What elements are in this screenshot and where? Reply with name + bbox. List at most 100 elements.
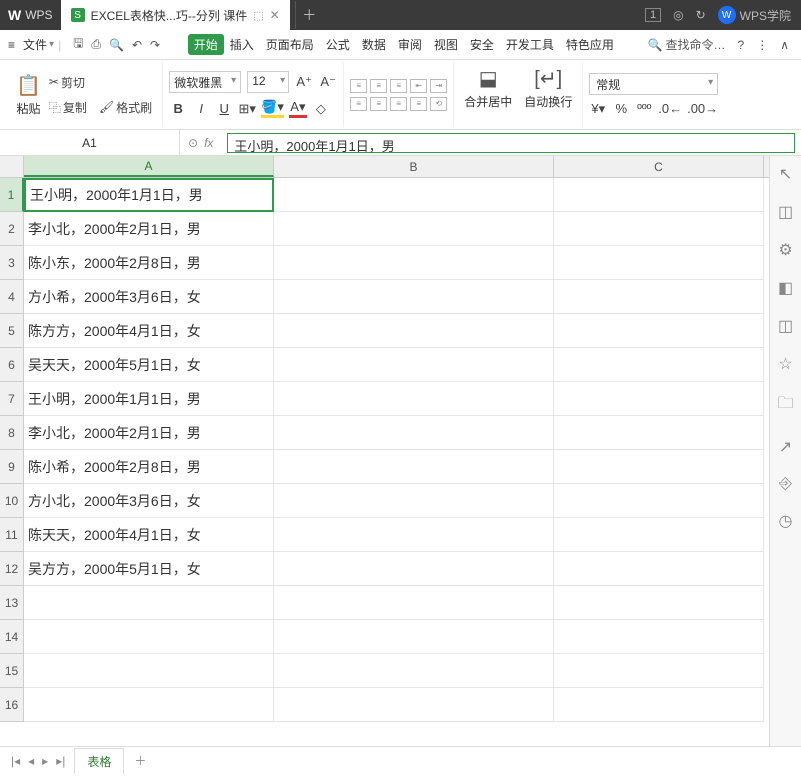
cell-C2[interactable] bbox=[554, 212, 764, 246]
sheet-next-icon[interactable]: ▸ bbox=[39, 754, 51, 768]
cut-button[interactable]: ✂剪切 bbox=[45, 72, 156, 93]
cell-A4[interactable]: 方小希，2000年3月6日，女 bbox=[24, 280, 274, 314]
pin-icon[interactable]: ⬚ bbox=[253, 9, 263, 22]
cell-B13[interactable] bbox=[274, 586, 554, 620]
cell-C9[interactable] bbox=[554, 450, 764, 484]
row-header-7[interactable]: 7 bbox=[0, 382, 24, 416]
cell-A11[interactable]: 陈天天，2000年4月1日，女 bbox=[24, 518, 274, 552]
sync-icon[interactable]: ↻ bbox=[696, 8, 706, 22]
wrap-text-button[interactable]: [↵] 自动换行 bbox=[520, 62, 576, 127]
row-header-9[interactable]: 9 bbox=[0, 450, 24, 484]
cell-B16[interactable] bbox=[274, 688, 554, 722]
copy-button[interactable]: ⿻复制 bbox=[45, 97, 91, 118]
increase-font-button[interactable]: A⁺ bbox=[295, 74, 313, 90]
cell-C11[interactable] bbox=[554, 518, 764, 552]
document-tab[interactable]: S EXCEL表格快...巧--分列 课件 ⬚ ✕ bbox=[61, 0, 290, 30]
decrease-decimal-button[interactable]: .0← bbox=[658, 101, 682, 116]
align-top-right[interactable]: ≡ bbox=[390, 79, 407, 93]
cell-C15[interactable] bbox=[554, 654, 764, 688]
cell-B10[interactable] bbox=[274, 484, 554, 518]
share-icon[interactable]: ↗ bbox=[779, 437, 792, 457]
row-header-12[interactable]: 12 bbox=[0, 552, 24, 586]
cell-C14[interactable] bbox=[554, 620, 764, 654]
cell-C8[interactable] bbox=[554, 416, 764, 450]
sheet-last-icon[interactable]: ▸| bbox=[53, 754, 68, 768]
row-header-16[interactable]: 16 bbox=[0, 688, 24, 722]
link-icon[interactable]: ⎆ bbox=[779, 475, 792, 493]
menu-tab-2[interactable]: 页面布局 bbox=[260, 30, 320, 59]
align-right[interactable]: ≡ bbox=[390, 97, 407, 111]
cell-C4[interactable] bbox=[554, 280, 764, 314]
name-box[interactable]: A1 bbox=[0, 130, 180, 155]
file-menu[interactable]: 文件 ▾ bbox=[23, 36, 54, 53]
menu-tab-1[interactable]: 插入 bbox=[224, 30, 260, 59]
underline-button[interactable]: U bbox=[215, 101, 233, 116]
fill-color-button[interactable]: 🪣▾ bbox=[261, 99, 284, 118]
cell-C6[interactable] bbox=[554, 348, 764, 382]
cell-A15[interactable] bbox=[24, 654, 274, 688]
cell-B3[interactable] bbox=[274, 246, 554, 280]
cell-A8[interactable]: 李小北，2000年2月1日，男 bbox=[24, 416, 274, 450]
row-header-4[interactable]: 4 bbox=[0, 280, 24, 314]
decrease-font-button[interactable]: A⁻ bbox=[319, 74, 337, 90]
number-format-select[interactable]: 常规 bbox=[589, 73, 718, 95]
format-painter-button[interactable]: 🖌格式刷 bbox=[95, 97, 156, 118]
row-header-14[interactable]: 14 bbox=[0, 620, 24, 654]
currency-button[interactable]: ¥▾ bbox=[589, 101, 607, 117]
cell-B15[interactable] bbox=[274, 654, 554, 688]
cell-B14[interactable] bbox=[274, 620, 554, 654]
favorite-icon[interactable]: ☆ bbox=[778, 354, 792, 374]
sheet-prev-icon[interactable]: ◂ bbox=[25, 754, 37, 768]
align-left[interactable]: ≡ bbox=[350, 97, 367, 111]
align-top-center[interactable]: ≡ bbox=[370, 79, 387, 93]
collapse-ribbon-icon[interactable]: ∧ bbox=[780, 38, 789, 52]
cell-A10[interactable]: 方小北，2000年3月6日，女 bbox=[24, 484, 274, 518]
app-logo[interactable]: W WPS bbox=[0, 0, 61, 30]
redo-icon[interactable]: ↷ bbox=[150, 38, 160, 52]
print-icon[interactable]: ⎙ bbox=[91, 37, 101, 52]
add-sheet-button[interactable]: ＋ bbox=[126, 748, 154, 773]
row-header-3[interactable]: 3 bbox=[0, 246, 24, 280]
cell-C10[interactable] bbox=[554, 484, 764, 518]
cell-B1[interactable] bbox=[274, 178, 554, 212]
select-icon[interactable]: ◫ bbox=[778, 202, 793, 222]
cell-C16[interactable] bbox=[554, 688, 764, 722]
fx-icon[interactable]: fx bbox=[204, 136, 213, 150]
row-header-8[interactable]: 8 bbox=[0, 416, 24, 450]
cell-A3[interactable]: 陈小东，2000年2月8日，男 bbox=[24, 246, 274, 280]
font-size-select[interactable]: 12 bbox=[247, 71, 289, 93]
cell-B12[interactable] bbox=[274, 552, 554, 586]
add-tab-button[interactable]: ＋ bbox=[295, 1, 323, 29]
cell-C7[interactable] bbox=[554, 382, 764, 416]
bold-button[interactable]: B bbox=[169, 101, 187, 116]
cell-A12[interactable]: 吴方方，2000年5月1日，女 bbox=[24, 552, 274, 586]
help-icon[interactable]: ? bbox=[738, 38, 745, 52]
indent-increase[interactable]: ⇥ bbox=[430, 79, 447, 93]
style-icon[interactable]: ◧ bbox=[778, 278, 793, 298]
save-icon[interactable]: 🖫 bbox=[73, 34, 83, 55]
sheet-first-icon[interactable]: |◂ bbox=[8, 754, 23, 768]
fx-expand-icon[interactable]: ⊙ bbox=[188, 136, 198, 150]
menu-tab-3[interactable]: 公式 bbox=[320, 30, 356, 59]
orientation-button[interactable]: ⟲ bbox=[430, 97, 447, 111]
folder-icon[interactable]: 🗀 bbox=[777, 392, 793, 419]
align-justify[interactable]: ≡ bbox=[410, 97, 427, 111]
align-center[interactable]: ≡ bbox=[370, 97, 387, 111]
cell-B9[interactable] bbox=[274, 450, 554, 484]
column-header-B[interactable]: B bbox=[274, 156, 554, 177]
settings-icon[interactable]: ⚙ bbox=[778, 240, 792, 260]
cell-B11[interactable] bbox=[274, 518, 554, 552]
cell-B4[interactable] bbox=[274, 280, 554, 314]
menu-tab-6[interactable]: 视图 bbox=[428, 30, 464, 59]
row-header-5[interactable]: 5 bbox=[0, 314, 24, 348]
search-command[interactable]: 🔍 查找命令… bbox=[648, 36, 726, 53]
align-top-left[interactable]: ≡ bbox=[350, 79, 367, 93]
row-header-11[interactable]: 11 bbox=[0, 518, 24, 552]
cursor-icon[interactable]: ↖ bbox=[779, 164, 792, 184]
cell-A13[interactable] bbox=[24, 586, 274, 620]
row-header-15[interactable]: 15 bbox=[0, 654, 24, 688]
row-header-13[interactable]: 13 bbox=[0, 586, 24, 620]
cell-A2[interactable]: 李小北，2000年2月1日，男 bbox=[24, 212, 274, 246]
notification-badge[interactable]: 1 bbox=[645, 8, 661, 22]
comma-button[interactable]: ººº bbox=[635, 101, 653, 116]
